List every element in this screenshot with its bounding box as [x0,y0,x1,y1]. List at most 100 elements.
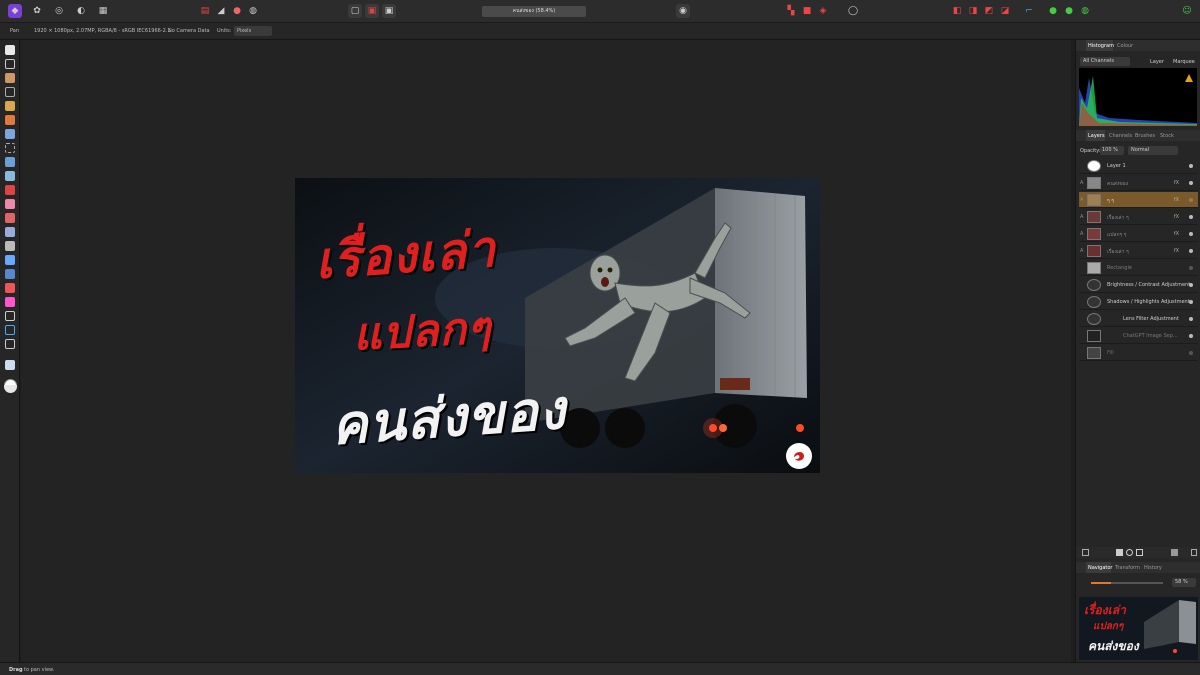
zoom-field[interactable]: 58 % [1172,578,1196,587]
tab-transform[interactable]: Transform [1115,565,1140,571]
mask-layer-icon[interactable] [1116,549,1123,556]
visibility-icon[interactable] [1189,266,1193,270]
zoom-tool-icon[interactable] [5,360,15,370]
fx-icon[interactable]: fX [1174,180,1179,186]
new-pixel-layer-icon[interactable] [1082,549,1089,556]
layer-row[interactable]: A แปลกๆ ๆ fX [1079,226,1198,242]
document-title[interactable]: คนส่งของ (58.4%) [482,6,586,17]
fx-icon[interactable]: fX [1174,214,1179,220]
visibility-icon[interactable] [1189,300,1193,304]
visibility-icon[interactable] [1189,317,1193,321]
boolean-add-icon[interactable]: ● [1046,4,1060,18]
levels-icon[interactable]: ▤ [198,4,212,18]
layer-row[interactable]: ChatGPT Image Sep... [1079,328,1198,344]
persona-photo-icon[interactable]: ✿ [30,4,44,18]
layer-row[interactable]: A คนส่งของ fX [1079,175,1198,191]
quick-mask-icon[interactable]: ▚ [784,4,798,18]
mask-icon[interactable]: ■ [800,4,814,18]
healing-brush-icon[interactable] [5,255,15,265]
blur-brush-icon[interactable] [5,269,15,279]
text-tool-icon[interactable] [5,325,15,335]
shape-tool-icon[interactable] [5,311,15,321]
layer-row[interactable]: Layer 1 [1079,158,1198,174]
persona-tonemap-icon[interactable]: ▦ [96,4,110,18]
layer-row[interactable]: A เรื่องเล่า ๆ fX [1079,243,1198,259]
user-account-icon[interactable]: ☺ [1180,4,1194,18]
arrange-back-icon[interactable]: ◧ [950,4,964,18]
app-logo-icon[interactable]: ◆ [8,4,22,18]
marquee-tool-icon[interactable] [5,129,15,139]
view-mode-icon[interactable]: ◉ [676,4,690,18]
arrange-backward-icon[interactable]: ◨ [966,4,980,18]
secondary-color-swatch[interactable] [4,385,17,393]
assistant-icon[interactable]: ◯ [846,4,860,18]
visibility-icon[interactable] [1189,351,1193,355]
paint-brush-icon[interactable] [5,185,15,195]
color-replacement-icon[interactable] [5,199,15,209]
mesh-warp-icon[interactable] [5,339,15,349]
tab-channels[interactable]: Channels [1109,133,1132,139]
auto-white-balance-icon[interactable]: ◍ [246,4,260,18]
fx-icon[interactable]: fX [1174,231,1179,237]
canvas-area[interactable]: เรื่องเล่า แปลกๆ คนส่งของ [21,40,1071,662]
boolean-intersect-icon[interactable]: ◍ [1078,4,1092,18]
option-marquee[interactable]: Marquee [1173,59,1195,65]
layer-row[interactable]: Rectangle [1079,260,1198,276]
units-select[interactable]: Pixels [234,26,272,36]
fx-icon[interactable]: fX [1174,197,1179,203]
tab-colour[interactable]: Colour [1117,43,1133,49]
erase-brush-icon[interactable] [5,213,15,223]
visibility-icon[interactable] [1189,164,1193,168]
arrange-front-icon[interactable]: ◪ [998,4,1012,18]
visibility-icon[interactable] [1189,181,1193,185]
layer-row[interactable]: Brightness / Contrast Adjustment [1079,277,1198,293]
layer-row-selected[interactable]: A ๆ ๆ fX [1079,192,1198,208]
view-tool-icon[interactable] [5,45,15,55]
refine-icon[interactable]: ◈ [816,4,830,18]
clone-brush-icon[interactable] [5,241,15,251]
navigator-preview[interactable]: เรื่องเล่า แปลกๆ คนส่งของ [1079,597,1198,660]
color-picker-icon[interactable] [5,73,15,83]
option-layer[interactable]: Layer [1150,59,1164,65]
visibility-icon[interactable] [1189,232,1193,236]
smudge-brush-icon[interactable] [5,283,15,293]
selection-brush-icon[interactable] [5,101,15,111]
group-layers-icon[interactable] [1171,549,1178,556]
lock-icon[interactable]: A [1080,180,1083,186]
fx-icon[interactable]: fX [1174,248,1179,254]
document-canvas[interactable]: เรื่องเล่า แปลกๆ คนส่งของ [295,178,820,473]
tab-brushes[interactable]: Brushes [1135,133,1155,139]
tab-layers[interactable]: Layers [1088,133,1105,139]
layer-row[interactable]: A เรื่องเล่า ๆ fX [1079,209,1198,225]
selection-mode-3-icon[interactable]: ▣ [382,4,396,18]
lock-icon[interactable]: A [1080,214,1083,220]
visibility-icon[interactable] [1189,215,1193,219]
auto-contrast-icon[interactable]: ◢ [214,4,228,18]
flood-select-icon[interactable] [5,115,15,125]
visibility-icon[interactable] [1189,198,1193,202]
persona-develop-icon[interactable]: ◐ [74,4,88,18]
adjustment-icon[interactable] [1126,549,1133,556]
arrange-forward-icon[interactable]: ◩ [982,4,996,18]
auto-colour-icon[interactable]: ● [230,4,244,18]
blend-mode-select[interactable]: Normal [1128,146,1178,155]
lock-icon[interactable]: A [1080,197,1083,203]
lock-icon[interactable]: A [1080,248,1083,254]
flood-fill-icon[interactable] [5,157,15,167]
boolean-subtract-icon[interactable]: ● [1062,4,1076,18]
selection-mode-1-icon[interactable]: ▢ [348,4,362,18]
visibility-icon[interactable] [1189,249,1193,253]
layer-row[interactable]: Fill [1079,345,1198,361]
tab-navigator[interactable]: Navigator [1088,565,1112,571]
channels-select[interactable]: All Channels [1080,57,1130,66]
dodge-brush-icon[interactable] [5,227,15,237]
snapping-icon[interactable]: ⌐ [1022,4,1036,18]
opacity-field[interactable]: 100 % [1100,146,1124,155]
zoom-slider[interactable] [1091,582,1163,584]
lock-icon[interactable]: A [1080,231,1083,237]
visibility-icon[interactable] [1189,283,1193,287]
visibility-icon[interactable] [1189,334,1193,338]
freehand-select-icon[interactable] [5,143,15,153]
crop-tool-icon[interactable] [5,87,15,97]
move-tool-icon[interactable] [5,59,15,69]
